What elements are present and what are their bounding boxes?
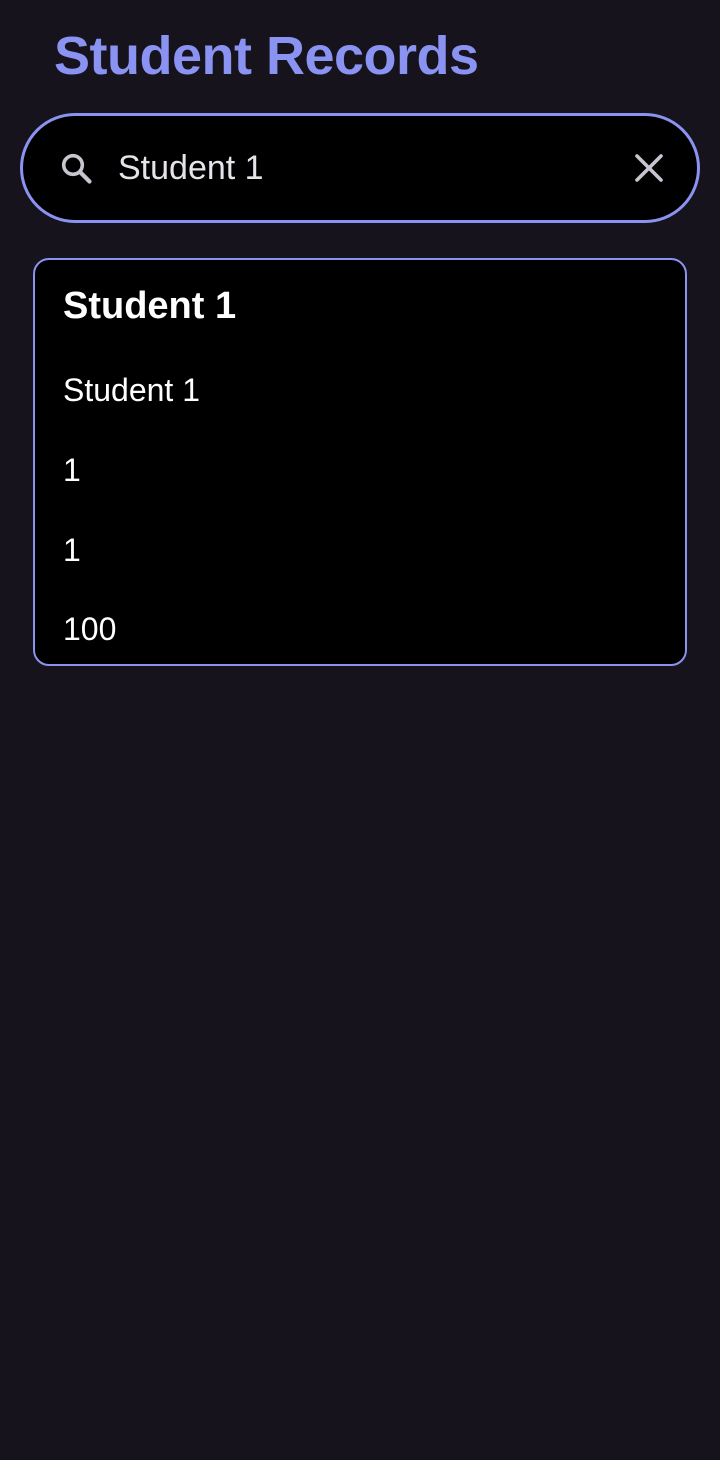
search-input[interactable]: [118, 146, 598, 190]
search-icon: [61, 153, 92, 184]
close-icon[interactable]: [631, 150, 667, 186]
record-field-score: 100: [63, 611, 117, 647]
record-field: 1: [63, 452, 81, 488]
page-title: Student Records: [54, 26, 479, 86]
student-record-card[interactable]: Student 1 Student 1 1 1 100: [33, 258, 687, 666]
record-field-name: Student 1: [63, 372, 200, 408]
search-bar[interactable]: [20, 113, 700, 223]
record-title: Student 1: [63, 285, 237, 327]
record-field: 1: [63, 532, 81, 568]
